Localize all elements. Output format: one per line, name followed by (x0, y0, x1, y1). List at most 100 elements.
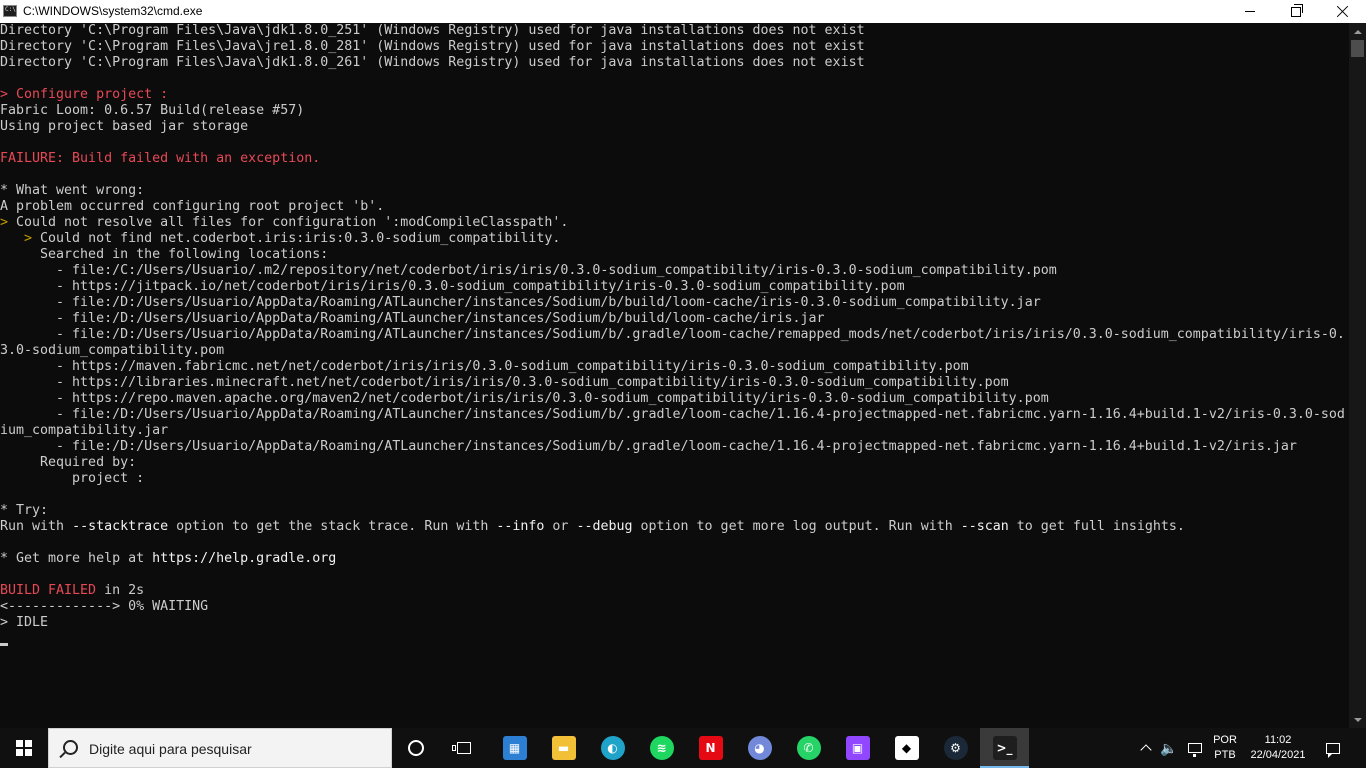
start-button[interactable] (0, 728, 48, 768)
edge-icon: ◐ (600, 736, 625, 760)
console-text: - file:/C:/Users/Usuario/.m2/repository/… (0, 263, 1057, 278)
whatsapp-taskbar-button[interactable]: ✆ (784, 728, 833, 768)
console-line: FAILURE: Build failed with an exception. (0, 151, 1345, 167)
scrollbar-thumb[interactable] (1351, 40, 1364, 57)
console-line: - https://jitpack.io/net/coderbot/iris/i… (0, 279, 1345, 295)
twitch-taskbar-button[interactable]: ▣ (833, 728, 882, 768)
maximize-icon (1291, 3, 1303, 17)
scroll-down-arrow-icon[interactable] (1349, 711, 1366, 728)
console-line: > Could not find net.coderbot.iris:iris:… (0, 231, 1345, 247)
console-text: --scan (960, 519, 1009, 534)
clock-time: 11:02 (1264, 734, 1292, 746)
steam-icon: ⚙ (943, 736, 968, 760)
edge-taskbar-button[interactable]: ◐ (588, 728, 637, 768)
scroll-up-arrow-icon[interactable] (1349, 23, 1366, 40)
console-line: A problem occurred configuring root proj… (0, 199, 1345, 215)
keyboard-layout: PTB (1214, 749, 1236, 761)
console-text: Directory 'C:\Program Files\Java\jdk1.8.… (0, 23, 865, 38)
task-view-button[interactable] (440, 728, 488, 768)
steam-taskbar-button[interactable]: ⚙ (931, 728, 980, 768)
console-text: https://help.gradle.org (152, 551, 337, 566)
volume-icon[interactable]: 🔈 (1158, 728, 1180, 768)
console-text: - https://jitpack.io/net/coderbot/iris/i… (0, 279, 905, 294)
console-text: Directory 'C:\Program Files\Java\jdk1.8.… (0, 55, 865, 70)
console-line: project : (0, 471, 1345, 487)
console-text: Run with (0, 519, 73, 534)
twitch-icon: ▣ (845, 736, 870, 760)
console-text: <-------------> 0% WAITING (0, 599, 209, 614)
console-text: Required by: (0, 455, 137, 470)
text-cursor (0, 643, 8, 646)
console-text: ium_compatibility.jar (0, 423, 169, 438)
clock[interactable]: 11:02 22/04/2021 (1244, 728, 1312, 768)
console-line: - https://libraries.minecraft.net/net/co… (0, 375, 1345, 391)
microsoft-store-icon: ▦ (502, 736, 527, 760)
console-text: --debug (576, 519, 633, 534)
cortana-button[interactable] (392, 728, 440, 768)
command-prompt-icon: >_ (992, 736, 1017, 760)
console-text: - file:/D:/Users/Usuario/AppData/Roaming… (0, 407, 1345, 422)
language-code: POR (1213, 734, 1237, 746)
console-output[interactable]: Directory 'C:\Program Files\Java\jdk1.8.… (0, 23, 1349, 728)
console-text: > Configure project : (0, 87, 169, 102)
console-line: Directory 'C:\Program Files\Java\jdk1.8.… (0, 23, 1345, 39)
microsoft-store-taskbar-button[interactable]: ▦ (490, 728, 539, 768)
console-text: A problem occurred configuring root proj… (0, 199, 385, 214)
game-launcher-taskbar-button[interactable]: ◆ (882, 728, 931, 768)
game-launcher-icon: ◆ (894, 736, 919, 760)
console-text: option to get more log output. Run with (632, 519, 961, 534)
console-line: - file:/D:/Users/Usuario/AppData/Roaming… (0, 311, 1345, 327)
input-language-indicator[interactable]: POR PTB (1206, 728, 1244, 768)
console-text: - file:/D:/Users/Usuario/AppData/Roaming… (0, 439, 1297, 454)
taskbar-search-box[interactable]: Digite aqui para pesquisar (48, 728, 392, 768)
discord-icon: ◕ (747, 736, 772, 760)
cmd-app-icon (3, 5, 17, 17)
console-line: - file:/C:/Users/Usuario/.m2/repository/… (0, 263, 1345, 279)
console-line: 3.0-sodium_compatibility.pom (0, 343, 1345, 359)
notification-center-button[interactable] (1316, 728, 1350, 768)
console-line: * Get more help at https://help.gradle.o… (0, 551, 1345, 567)
spotify-taskbar-button[interactable]: ≋ (637, 728, 686, 768)
console-text: - https://libraries.minecraft.net/net/co… (0, 375, 1009, 390)
show-hidden-icons-button[interactable] (1136, 728, 1156, 768)
whatsapp-icon: ✆ (796, 736, 821, 760)
minimize-button[interactable] (1227, 0, 1273, 23)
console-lines: Directory 'C:\Program Files\Java\jdk1.8.… (0, 23, 1345, 631)
console-text: - https://repo.maven.apache.org/maven2/n… (0, 391, 1049, 406)
console-text: - https://maven.fabricmc.net/net/coderbo… (0, 359, 969, 374)
discord-taskbar-button[interactable]: ◕ (735, 728, 784, 768)
cortana-icon (408, 740, 424, 756)
console-text: > IDLE (0, 615, 49, 630)
console-text: Could not find net.coderbot.iris:iris:0.… (40, 231, 561, 246)
console-text: option to get the stack trace. Run with (168, 519, 497, 534)
search-placeholder: Digite aqui para pesquisar (89, 741, 252, 757)
spotify-icon: ≋ (649, 736, 674, 760)
maximize-button[interactable] (1273, 0, 1319, 23)
netflix-taskbar-button[interactable]: N (686, 728, 735, 768)
console-line: Run with --stacktrace option to get the … (0, 519, 1345, 535)
console-text: Fabric Loom: 0.6.57 Build(release #57) (0, 103, 305, 118)
console-text: Using project based jar storage (0, 119, 249, 134)
close-button[interactable] (1319, 0, 1365, 23)
netflix-icon: N (698, 736, 723, 760)
console-line: > IDLE (0, 615, 1345, 631)
console-line: Required by: (0, 455, 1345, 471)
file-explorer-taskbar-button[interactable]: ▬ (539, 728, 588, 768)
network-icon[interactable] (1184, 728, 1206, 768)
console-line: * What went wrong: (0, 183, 1345, 199)
window-title-bar[interactable]: C:\WINDOWS\system32\cmd.exe (0, 0, 1366, 23)
console-text: Searched in the following locations: (0, 247, 329, 262)
console-line: Using project based jar storage (0, 119, 1345, 135)
console-text: * Get more help at (0, 551, 153, 566)
command-prompt-taskbar-button[interactable]: >_ (980, 728, 1029, 768)
search-icon (63, 740, 78, 755)
console-text: Directory 'C:\Program Files\Java\jre1.8.… (0, 39, 865, 54)
vertical-scrollbar[interactable] (1349, 23, 1366, 728)
file-explorer-icon: ▬ (551, 736, 576, 760)
console-line: * Try: (0, 503, 1345, 519)
